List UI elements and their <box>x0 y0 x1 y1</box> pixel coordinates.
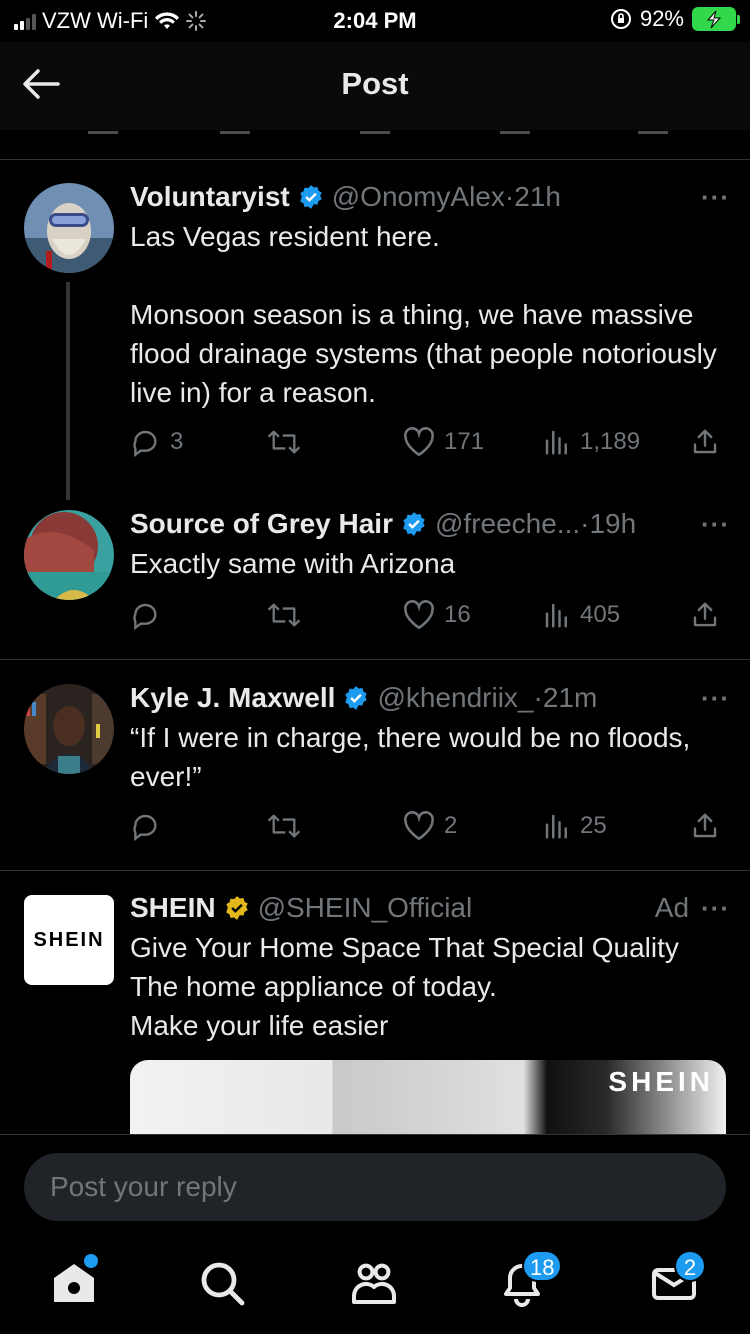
notifications-badge: 18 <box>522 1250 563 1282</box>
views-icon <box>545 430 567 455</box>
repost-button[interactable] <box>266 806 302 846</box>
tab-communities[interactable] <box>348 1258 404 1310</box>
repost-icon <box>267 430 301 454</box>
divider <box>0 659 750 660</box>
repost-icon <box>267 603 301 627</box>
parent-post-actions-cutoff <box>0 128 750 160</box>
views-icon <box>545 603 567 628</box>
tab-messages[interactable]: 2 <box>648 1250 706 1310</box>
repost-icon <box>267 814 301 838</box>
separator-dot: · <box>580 508 590 539</box>
reply-icon <box>133 603 157 631</box>
ad-label: Ad <box>654 892 690 923</box>
avatar[interactable] <box>24 183 114 273</box>
battery-percent: 92% <box>639 6 684 31</box>
post-actions: 16 405 <box>130 595 730 635</box>
status-bar: VZW Wi-Fi 2:04 PM 92% <box>0 0 750 42</box>
views-icon <box>545 814 567 839</box>
heart-icon <box>404 427 434 457</box>
new-content-dot <box>84 1254 98 1268</box>
more-options-icon[interactable]: ··· <box>701 182 730 213</box>
share-icon <box>693 429 717 454</box>
separator-dot: · <box>533 682 543 713</box>
author-name[interactable]: Kyle J. Maxwell <box>130 682 335 714</box>
post-text: Las Vegas resident here. Monsoon season … <box>130 221 717 408</box>
post-actions: 3 171 1,189 <box>130 422 730 462</box>
post-time: 21m <box>542 682 598 713</box>
post-time: 21h <box>514 181 561 212</box>
verified-badge-icon <box>345 686 368 710</box>
post-actions: 2 25 <box>130 806 730 846</box>
views-button[interactable]: 25 <box>542 806 607 846</box>
tab-home[interactable] <box>48 1254 104 1310</box>
author-handle[interactable]: @OnomyAlex <box>332 181 505 213</box>
thread-connector-line <box>66 282 70 500</box>
like-count: 171 <box>444 428 485 455</box>
author-handle[interactable]: @freeche... <box>435 508 580 540</box>
advertiser-logo[interactable]: SHEIN <box>24 895 114 985</box>
navigation-bar: Post <box>0 42 750 130</box>
post-text: Give Your Home Space That Special Qualit… <box>130 932 679 1041</box>
ad-media-image[interactable]: SHEIN <box>130 1060 726 1140</box>
author-handle[interactable]: @SHEIN_Official <box>258 892 473 924</box>
gold-verified-badge-icon <box>225 896 248 920</box>
share-button[interactable] <box>690 595 720 635</box>
author-name[interactable]: Voluntaryist <box>130 181 290 213</box>
media-brand-text: SHEIN <box>608 1066 714 1097</box>
views-button[interactable]: 405 <box>542 595 620 635</box>
bottom-tab-bar: 18 2 <box>0 1236 750 1334</box>
battery-charging-icon <box>692 7 740 31</box>
verified-badge-icon <box>403 512 425 536</box>
tab-search[interactable] <box>196 1258 252 1310</box>
like-button[interactable]: 2 <box>402 806 457 846</box>
like-count: 2 <box>444 812 458 839</box>
view-count: 25 <box>580 812 607 839</box>
reply-button[interactable] <box>130 595 162 635</box>
orientation-lock-icon <box>610 9 631 29</box>
divider <box>0 870 750 871</box>
share-icon <box>693 602 717 627</box>
heart-icon <box>404 600 434 630</box>
tab-notifications[interactable]: 18 <box>496 1250 563 1310</box>
share-icon <box>693 813 717 838</box>
separator-dot: · <box>504 181 515 212</box>
reply-bar <box>0 1134 750 1236</box>
author-name[interactable]: Source of Grey Hair <box>130 508 393 540</box>
avatar[interactable] <box>24 684 114 774</box>
search-icon <box>201 1262 245 1306</box>
share-button[interactable] <box>690 422 720 462</box>
more-options-icon[interactable]: ··· <box>701 893 730 924</box>
repost-button[interactable] <box>266 422 302 462</box>
view-count: 1,189 <box>580 428 641 455</box>
like-count: 16 <box>444 601 471 628</box>
like-button[interactable]: 16 <box>402 595 471 635</box>
post-text: “If I were in charge, there would be no … <box>130 722 691 792</box>
messages-badge: 2 <box>674 1250 706 1282</box>
more-options-icon[interactable]: ··· <box>701 683 730 714</box>
post-text: Exactly same with Arizona <box>130 548 456 579</box>
reply-icon <box>133 430 157 458</box>
post-time: 19h <box>589 508 637 539</box>
heart-icon <box>404 811 434 841</box>
reply-icon <box>133 814 157 842</box>
reply-count: 3 <box>170 428 184 455</box>
avatar[interactable] <box>24 510 114 600</box>
more-options-icon[interactable]: ··· <box>701 509 730 540</box>
repost-button[interactable] <box>266 595 302 635</box>
author-handle[interactable]: @khendriix_ <box>377 682 533 714</box>
views-button[interactable]: 1,189 <box>542 422 640 462</box>
share-button[interactable] <box>690 806 720 846</box>
reply-button[interactable] <box>130 806 162 846</box>
like-button[interactable]: 171 <box>402 422 484 462</box>
communities-icon <box>351 1263 397 1304</box>
reply-button[interactable]: 3 <box>130 422 183 462</box>
page-title: Post <box>341 66 409 101</box>
verified-badge-icon <box>300 185 322 209</box>
view-count: 405 <box>580 601 621 628</box>
author-name[interactable]: SHEIN <box>130 892 216 924</box>
reply-input[interactable] <box>24 1153 726 1221</box>
